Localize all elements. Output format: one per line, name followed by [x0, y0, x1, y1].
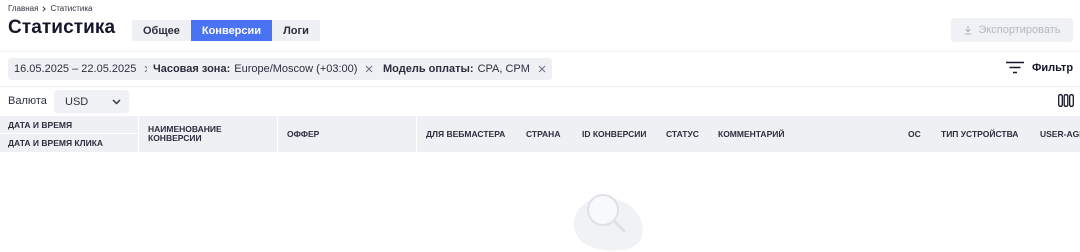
column-header-country[interactable]: Страна	[517, 116, 573, 152]
column-header-status[interactable]: Статус	[657, 116, 709, 152]
columns-icon[interactable]	[1058, 94, 1074, 107]
column-header-comment[interactable]: Комментарий	[709, 116, 899, 152]
date-range-chip[interactable]: 16.05.2025 – 22.05.2025	[8, 58, 159, 80]
page-title: Статистика	[8, 17, 116, 38]
close-icon[interactable]	[538, 65, 546, 73]
date-time-header-group: Дата и время Дата и время клика	[0, 116, 139, 152]
column-header-os[interactable]: ОС	[899, 116, 932, 152]
timezone-key: Часовая зона:	[153, 63, 231, 75]
breadcrumb: Главная Статистика	[8, 4, 92, 13]
chevron-right-icon	[42, 5, 47, 12]
payment-model-value: CPA, CPM	[477, 63, 530, 75]
table-header: Дата и время Дата и время клика Наименов…	[0, 116, 1080, 152]
divider	[0, 51, 1080, 52]
date-range-value: 16.05.2025 – 22.05.2025	[14, 63, 137, 75]
column-header-offer[interactable]: Оффер	[278, 116, 417, 152]
divider	[0, 86, 1080, 87]
column-header-device-type[interactable]: Тип устройства	[932, 116, 1031, 152]
chevron-down-icon	[112, 99, 121, 104]
column-header-date-time[interactable]: Дата и время	[0, 116, 138, 134]
filter-icon	[1006, 61, 1024, 74]
filter-button[interactable]: Фильтр	[1006, 61, 1073, 74]
tab-conversions[interactable]: Конверсии	[190, 20, 273, 41]
currency-select[interactable]: USD	[54, 90, 129, 113]
filter-label: Фильтр	[1032, 61, 1074, 74]
tab-logs[interactable]: Логи	[272, 20, 320, 41]
payment-model-key: Модель оплаты:	[383, 63, 474, 75]
breadcrumb-home-link[interactable]: Главная	[8, 4, 38, 13]
column-header-click-date-time[interactable]: Дата и время клика	[0, 134, 138, 152]
search-icon	[573, 194, 643, 251]
column-header-conversion-id[interactable]: ID конверсии	[573, 116, 657, 152]
currency-label: Валюта	[8, 95, 47, 107]
export-button[interactable]: Экспортировать	[951, 18, 1073, 42]
column-header-conversion-name[interactable]: Наименование конверсии	[139, 116, 278, 152]
column-header-for-webmaster[interactable]: Для вебмастера	[417, 116, 517, 152]
tab-bar: Общее Конверсии Логи	[132, 20, 320, 41]
export-button-label: Экспортировать	[978, 24, 1061, 36]
timezone-value: Europe/Moscow (+03:00)	[234, 63, 358, 75]
download-icon	[964, 26, 972, 35]
timezone-chip[interactable]: Часовая зона: Europe/Moscow (+03:00)	[147, 58, 380, 80]
currency-value: USD	[65, 95, 89, 108]
breadcrumb-current: Статистика	[50, 4, 93, 13]
close-icon[interactable]	[365, 65, 373, 73]
tab-general[interactable]: Общее	[132, 20, 191, 41]
payment-model-chip[interactable]: Модель оплаты: CPA, CPM	[377, 58, 552, 80]
column-header-user-agent[interactable]: User-Agent	[1031, 116, 1080, 152]
